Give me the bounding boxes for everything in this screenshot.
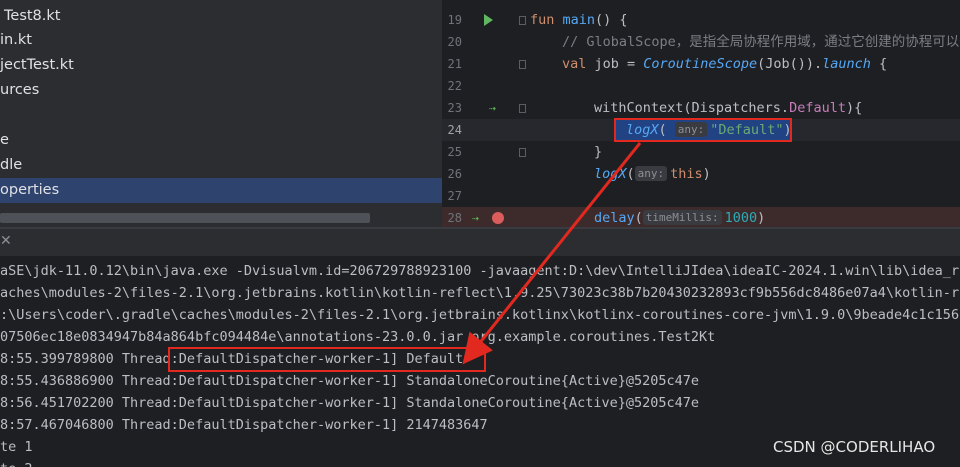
console-line: 8:55.436886900 Thread:DefaultDispatcher-…: [0, 373, 699, 389]
breakpoint-icon[interactable]: [492, 212, 504, 224]
tree-item-label: urces: [0, 82, 40, 98]
tree-item-label: Test8.kt: [4, 8, 61, 24]
code-text: }: [594, 144, 603, 160]
code-text: logX( any: "Default"): [626, 122, 792, 138]
fold-marker-icon[interactable]: [519, 104, 526, 113]
fold-marker-icon[interactable]: [519, 60, 526, 69]
tree-item-label: e: [0, 132, 9, 148]
code-line-24-text: logX( any: "Default"): [442, 119, 960, 141]
code-line-27: 27: [442, 185, 960, 207]
line-number: 26: [447, 167, 462, 181]
tree-item-label: operties: [0, 182, 60, 198]
code-comment: // GlobalScope，是指全局协程作用域，通过它创建的协程可以一: [562, 34, 960, 50]
project-tree-panel: Test8.kt in.kt jectTest.kt urces e dle o…: [0, 0, 442, 227]
code-line-21: 21 val job = CoroutineScope(Job()).launc…: [442, 53, 960, 75]
output-highlight-box: [168, 347, 486, 372]
console-line: :\Users\coder\.gradle\caches\modules-2\f…: [0, 307, 960, 323]
step-into-icon[interactable]: ⇢: [489, 97, 496, 119]
fold-marker-icon[interactable]: [519, 16, 526, 25]
tree-item-label: in.kt: [0, 32, 32, 48]
horizontal-scrollbar[interactable]: [0, 213, 370, 223]
code-line-19: 19 fun main() {: [442, 9, 960, 31]
tree-item-objecttest[interactable]: jectTest.kt: [0, 53, 74, 78]
console-line: aSE\jdk-11.0.12\bin\java.exe -Dvisualvm.…: [0, 263, 960, 279]
ide-top-area: Test8.kt in.kt jectTest.kt urces e dle o…: [0, 0, 960, 227]
code-line-22: 22: [442, 75, 960, 97]
line-number: 22: [447, 79, 462, 93]
tree-item-label: jectTest.kt: [0, 57, 74, 73]
step-into-icon[interactable]: ⇢: [472, 207, 479, 227]
code-text: delay(timeMillis: 1000): [594, 210, 766, 226]
code-text: withContext(Dispatchers.Default){: [594, 100, 863, 116]
code-line-23: 23 ⇢ withContext(Dispatchers.Default){: [442, 97, 960, 119]
code-line-28: 28 ⇢ delay(timeMillis: 1000): [442, 207, 960, 227]
tree-item-gradle[interactable]: dle: [0, 153, 22, 178]
run-console: ✕ aSE\jdk-11.0.12\bin\java.exe -Dvisualv…: [0, 229, 960, 467]
line-number: 23: [447, 101, 462, 115]
code-line-26: 26 logX(any: this): [442, 163, 960, 185]
console-header: ✕: [0, 229, 960, 256]
run-gutter-icon[interactable]: [484, 14, 493, 26]
close-icon[interactable]: ✕: [0, 233, 12, 249]
console-line: 8:56.451702200 Thread:DefaultDispatcher-…: [0, 395, 699, 411]
console-line: 07506ec18e0834947b84a864bfc094484e\annot…: [0, 329, 716, 345]
line-number: 28: [447, 211, 462, 225]
param-hint: timeMillis:: [642, 210, 722, 225]
tree-item-resources[interactable]: urces: [0, 78, 39, 103]
console-line: aches\modules-2\files-2.1\org.jetbrains.…: [0, 285, 960, 301]
tree-item-properties[interactable]: operties: [0, 178, 442, 203]
watermark: CSDN @CODERLIHAO: [773, 438, 936, 456]
console-line: te 2: [0, 458, 33, 467]
tree-item-label: dle: [0, 157, 23, 173]
code-line-25: 25 }: [442, 141, 960, 163]
tree-item-e[interactable]: e: [0, 128, 9, 153]
line-number: 19: [447, 13, 462, 27]
line-number: 25: [447, 145, 462, 159]
console-line: 8:57.467046800 Thread:DefaultDispatcher-…: [0, 417, 488, 433]
tree-item-main[interactable]: in.kt: [0, 28, 32, 53]
console-line: te 1: [0, 439, 33, 455]
code-text: val job = CoroutineScope(Job()).launch {: [562, 56, 888, 72]
param-hint: any:: [634, 166, 668, 181]
tree-item-test8[interactable]: Test8.kt: [4, 4, 60, 29]
param-hint: any:: [674, 122, 708, 137]
line-number: 20: [447, 35, 462, 49]
code-text: fun main() {: [530, 12, 628, 28]
line-number: 27: [447, 189, 462, 203]
code-text: logX(any: this): [594, 166, 711, 182]
line-number: 21: [447, 57, 462, 71]
fold-marker-icon[interactable]: [519, 148, 526, 157]
code-line-20: 20 // GlobalScope，是指全局协程作用域，通过它创建的协程可以一: [442, 31, 960, 53]
code-editor[interactable]: 19 fun main() { 20 // GlobalScope，是指全局协程…: [442, 0, 960, 227]
